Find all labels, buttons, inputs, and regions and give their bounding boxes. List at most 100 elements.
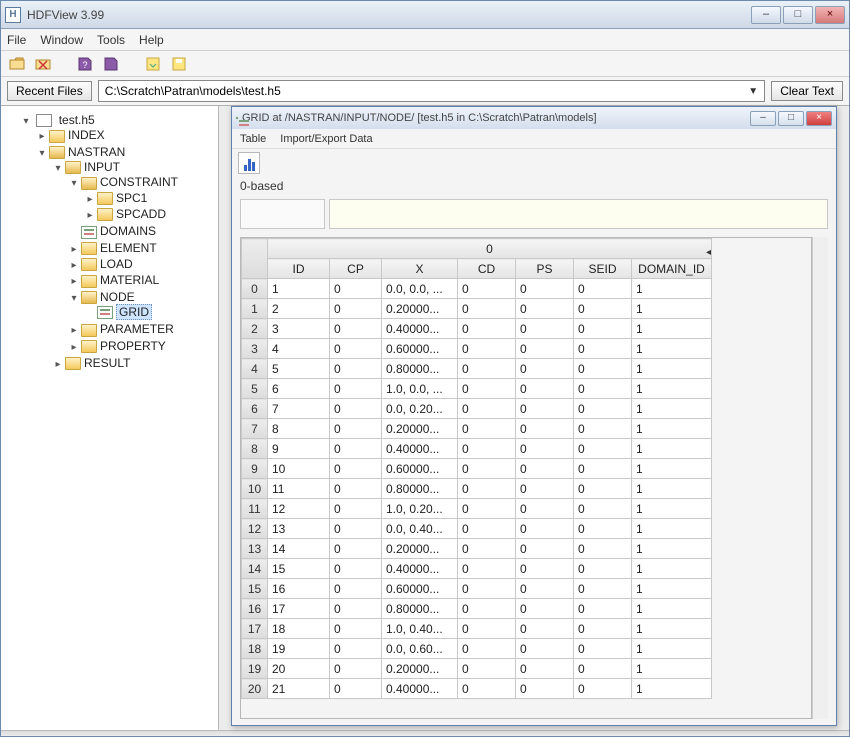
col-header-domain[interactable]: DOMAIN_ID	[632, 259, 712, 279]
cell-id[interactable]: 4	[268, 339, 330, 359]
tree-node-parameter[interactable]: ▸PARAMETER	[69, 321, 214, 337]
cell-ps[interactable]: 0	[516, 519, 574, 539]
cell-id[interactable]: 20	[268, 659, 330, 679]
menu-file[interactable]: File	[7, 33, 26, 47]
cell-seid[interactable]: 0	[574, 279, 632, 299]
cell-cd[interactable]: 0	[458, 659, 516, 679]
cell-cd[interactable]: 0	[458, 339, 516, 359]
cell-domain[interactable]: 1	[632, 619, 712, 639]
table-row[interactable]: 1200.20000...0001	[242, 299, 712, 319]
table-row[interactable]: 0100.0, 0.0, ...0001	[242, 279, 712, 299]
toggle-icon[interactable]: ▾	[69, 293, 79, 304]
cell-domain[interactable]: 1	[632, 679, 712, 699]
data-table[interactable]: 0 ◂ ID CP X CD PS S	[241, 238, 712, 699]
row-header[interactable]: 8	[242, 439, 268, 459]
cell-ps[interactable]: 0	[516, 379, 574, 399]
titlebar[interactable]: H HDFView 3.99 – □ ×	[1, 1, 849, 29]
cell-ps[interactable]: 0	[516, 659, 574, 679]
cell-domain[interactable]: 1	[632, 399, 712, 419]
grid-window-titlebar[interactable]: GRID at /NASTRAN/INPUT/NODE/ [test.h5 in…	[232, 107, 836, 129]
col-header-ps[interactable]: PS	[516, 259, 574, 279]
row-header[interactable]: 0	[242, 279, 268, 299]
cell-id[interactable]: 12	[268, 499, 330, 519]
open-file-button[interactable]	[7, 54, 27, 74]
row-header[interactable]: 3	[242, 339, 268, 359]
row-header[interactable]: 1	[242, 299, 268, 319]
table-row[interactable]: 91000.60000...0001	[242, 459, 712, 479]
cell-id[interactable]: 19	[268, 639, 330, 659]
cell-seid[interactable]: 0	[574, 439, 632, 459]
cell-cd[interactable]: 0	[458, 439, 516, 459]
cell-ps[interactable]: 0	[516, 399, 574, 419]
help-contents-button[interactable]: ?	[75, 54, 95, 74]
inner-close-button[interactable]: ×	[806, 111, 832, 126]
cell-domain[interactable]: 1	[632, 499, 712, 519]
menu-help[interactable]: Help	[139, 33, 164, 47]
cell-x[interactable]: 1.0, 0.0, ...	[382, 379, 458, 399]
tree-node-domains[interactable]: DOMAINS	[69, 223, 214, 239]
cell-cp[interactable]: 0	[330, 319, 382, 339]
cell-cp[interactable]: 0	[330, 559, 382, 579]
tree-node-material[interactable]: ▸MATERIAL	[69, 272, 214, 288]
row-header[interactable]: 14	[242, 559, 268, 579]
cell-cd[interactable]: 0	[458, 379, 516, 399]
cell-ps[interactable]: 0	[516, 359, 574, 379]
cell-cd[interactable]: 0	[458, 479, 516, 499]
cell-domain[interactable]: 1	[632, 439, 712, 459]
cell-seid[interactable]: 0	[574, 579, 632, 599]
cell-cd[interactable]: 0	[458, 639, 516, 659]
cell-ps[interactable]: 0	[516, 499, 574, 519]
cell-cd[interactable]: 0	[458, 499, 516, 519]
cell-cp[interactable]: 0	[330, 679, 382, 699]
cell-x[interactable]: 0.0, 0.60...	[382, 639, 458, 659]
toggle-icon[interactable]: ▸	[85, 210, 95, 221]
path-combobox[interactable]: C:\Scratch\Patran\models\test.h5 ▼	[98, 80, 765, 102]
toggle-icon[interactable]: ▾	[37, 148, 47, 159]
row-header[interactable]: 10	[242, 479, 268, 499]
cell-cd[interactable]: 0	[458, 299, 516, 319]
row-header[interactable]: 6	[242, 399, 268, 419]
cell-x[interactable]: 1.0, 0.40...	[382, 619, 458, 639]
cell-id[interactable]: 21	[268, 679, 330, 699]
close-file-button[interactable]	[33, 54, 53, 74]
toggle-icon[interactable]: ▾	[69, 178, 79, 189]
tree-node-property[interactable]: ▸PROPERTY	[69, 338, 214, 354]
cell-x[interactable]: 0.40000...	[382, 319, 458, 339]
toggle-icon[interactable]: ▸	[53, 359, 63, 370]
cell-x[interactable]: 0.60000...	[382, 579, 458, 599]
cell-cp[interactable]: 0	[330, 599, 382, 619]
row-header[interactable]: 2	[242, 319, 268, 339]
cell-cd[interactable]: 0	[458, 679, 516, 699]
cell-seid[interactable]: 0	[574, 479, 632, 499]
cell-id[interactable]: 6	[268, 379, 330, 399]
row-header[interactable]: 4	[242, 359, 268, 379]
toggle-icon[interactable]: ▸	[69, 276, 79, 287]
table-row[interactable]: 192000.20000...0001	[242, 659, 712, 679]
cell-id[interactable]: 14	[268, 539, 330, 559]
cell-x[interactable]: 0.40000...	[382, 679, 458, 699]
table-row[interactable]: 131400.20000...0001	[242, 539, 712, 559]
cell-ps[interactable]: 0	[516, 299, 574, 319]
cell-id[interactable]: 7	[268, 399, 330, 419]
tree-node-result[interactable]: ▸RESULT	[53, 355, 214, 371]
cell-id[interactable]: 3	[268, 319, 330, 339]
minimize-button[interactable]: –	[751, 6, 781, 24]
cell-cp[interactable]: 0	[330, 499, 382, 519]
cell-x[interactable]: 0.40000...	[382, 439, 458, 459]
cell-x[interactable]: 0.60000...	[382, 459, 458, 479]
cell-cp[interactable]: 0	[330, 439, 382, 459]
table-row[interactable]: 3400.60000...0001	[242, 339, 712, 359]
cell-cd[interactable]: 0	[458, 579, 516, 599]
cell-cd[interactable]: 0	[458, 359, 516, 379]
cell-id[interactable]: 13	[268, 519, 330, 539]
cell-cp[interactable]: 0	[330, 299, 382, 319]
row-header[interactable]: 5	[242, 379, 268, 399]
cell-id[interactable]: 1	[268, 279, 330, 299]
cell-cd[interactable]: 0	[458, 599, 516, 619]
clear-text-button[interactable]: Clear Text	[771, 81, 843, 101]
cell-seid[interactable]: 0	[574, 319, 632, 339]
close-button[interactable]: ×	[815, 6, 845, 24]
table-row[interactable]: 2300.40000...0001	[242, 319, 712, 339]
cell-seid[interactable]: 0	[574, 499, 632, 519]
cell-x[interactable]: 0.20000...	[382, 299, 458, 319]
